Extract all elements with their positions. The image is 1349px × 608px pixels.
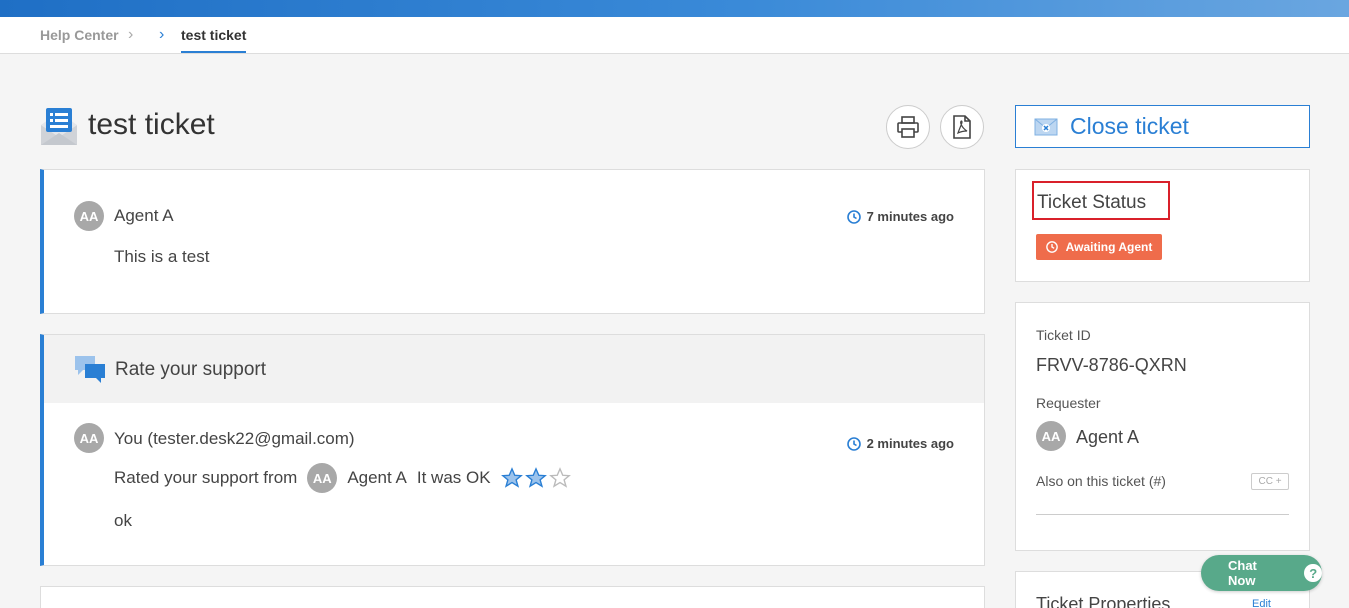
pdf-download-button[interactable] [940, 105, 984, 149]
chevron-right-icon: › [128, 26, 134, 43]
rating-prefix: Rated your support from [114, 468, 298, 487]
avatar: AA [74, 423, 104, 453]
chat-now-label: Chat Now [1228, 558, 1257, 588]
help-question-icon: ? [1304, 564, 1322, 582]
avatar: AA [74, 201, 104, 231]
top-banner [0, 0, 1349, 17]
requester-label: Requester [1036, 395, 1101, 411]
message-card: AA Agent A 7 minutes ago This is a test [40, 169, 985, 314]
close-envelope-icon [1034, 118, 1058, 135]
requester-name: Agent A [1076, 427, 1140, 447]
rating-comment: ok [114, 511, 132, 530]
close-ticket-button[interactable]: Close ticket [1015, 105, 1310, 148]
page-title: test ticket [88, 108, 215, 141]
also-on-ticket-label: Also on this ticket (#) [1036, 473, 1166, 489]
rating-text: It was OK [416, 468, 491, 487]
ticket-id-label: Ticket ID [1036, 327, 1091, 343]
clock-icon [1045, 241, 1058, 253]
chevron-right-icon: › [159, 26, 165, 43]
chat-now-button[interactable]: Chat Now ? [1201, 555, 1322, 591]
edit-properties-link[interactable]: Edit [1252, 598, 1271, 608]
clock-icon [846, 209, 861, 224]
clock-icon [846, 436, 861, 451]
printer-icon [897, 116, 919, 138]
ticket-status-card: Ticket Status Awaiting Agent [1015, 169, 1310, 282]
status-badge: Awaiting Agent [1036, 234, 1162, 260]
star-filled-icon [500, 467, 523, 488]
breadcrumb: Help Center › › test ticket [0, 17, 1349, 54]
rating-summary: Rated your support from AA Agent A It wa… [114, 463, 571, 493]
chat-bubbles-icon [75, 356, 105, 383]
rating-author: You (tester.desk22@gmail.com) [114, 429, 355, 448]
pdf-file-icon [953, 115, 971, 139]
rating-time-text: 2 minutes ago [866, 436, 954, 451]
message-body: This is a test [114, 247, 210, 266]
ticket-envelope-icon [41, 108, 77, 145]
ticket-properties-title: Ticket Properties [1036, 594, 1171, 608]
avatar: AA [1036, 421, 1066, 451]
print-button[interactable] [886, 105, 930, 149]
breadcrumb-current[interactable]: test ticket [181, 27, 247, 53]
add-cc-button[interactable]: CC + [1251, 473, 1289, 490]
message-time: 7 minutes ago [846, 209, 954, 224]
status-badge-text: Awaiting Agent [1065, 240, 1153, 254]
rating-header: Rate your support [44, 335, 984, 403]
ticket-id-value: FRVV-8786-QXRN [1036, 355, 1187, 375]
message-author: Agent A [114, 206, 174, 225]
next-message-card [40, 586, 985, 608]
divider [1036, 514, 1289, 515]
rating-agent-name: Agent A [347, 468, 407, 487]
star-filled-icon [524, 467, 547, 488]
rating-card: Rate your support AA You (tester.desk22@… [40, 334, 985, 566]
star-empty-icon [548, 467, 571, 488]
message-time-text: 7 minutes ago [866, 209, 954, 224]
close-ticket-label: Close ticket [1070, 113, 1189, 139]
ticket-status-title: Ticket Status [1032, 181, 1170, 220]
ticket-info-card: Ticket ID FRVV-8786-QXRN Requester AA Ag… [1015, 302, 1310, 551]
breadcrumb-home-link[interactable]: Help Center [40, 27, 119, 43]
rating-stars [500, 467, 571, 489]
rating-title: Rate your support [115, 359, 267, 380]
avatar: AA [307, 463, 338, 493]
rating-time: 2 minutes ago [846, 436, 954, 451]
